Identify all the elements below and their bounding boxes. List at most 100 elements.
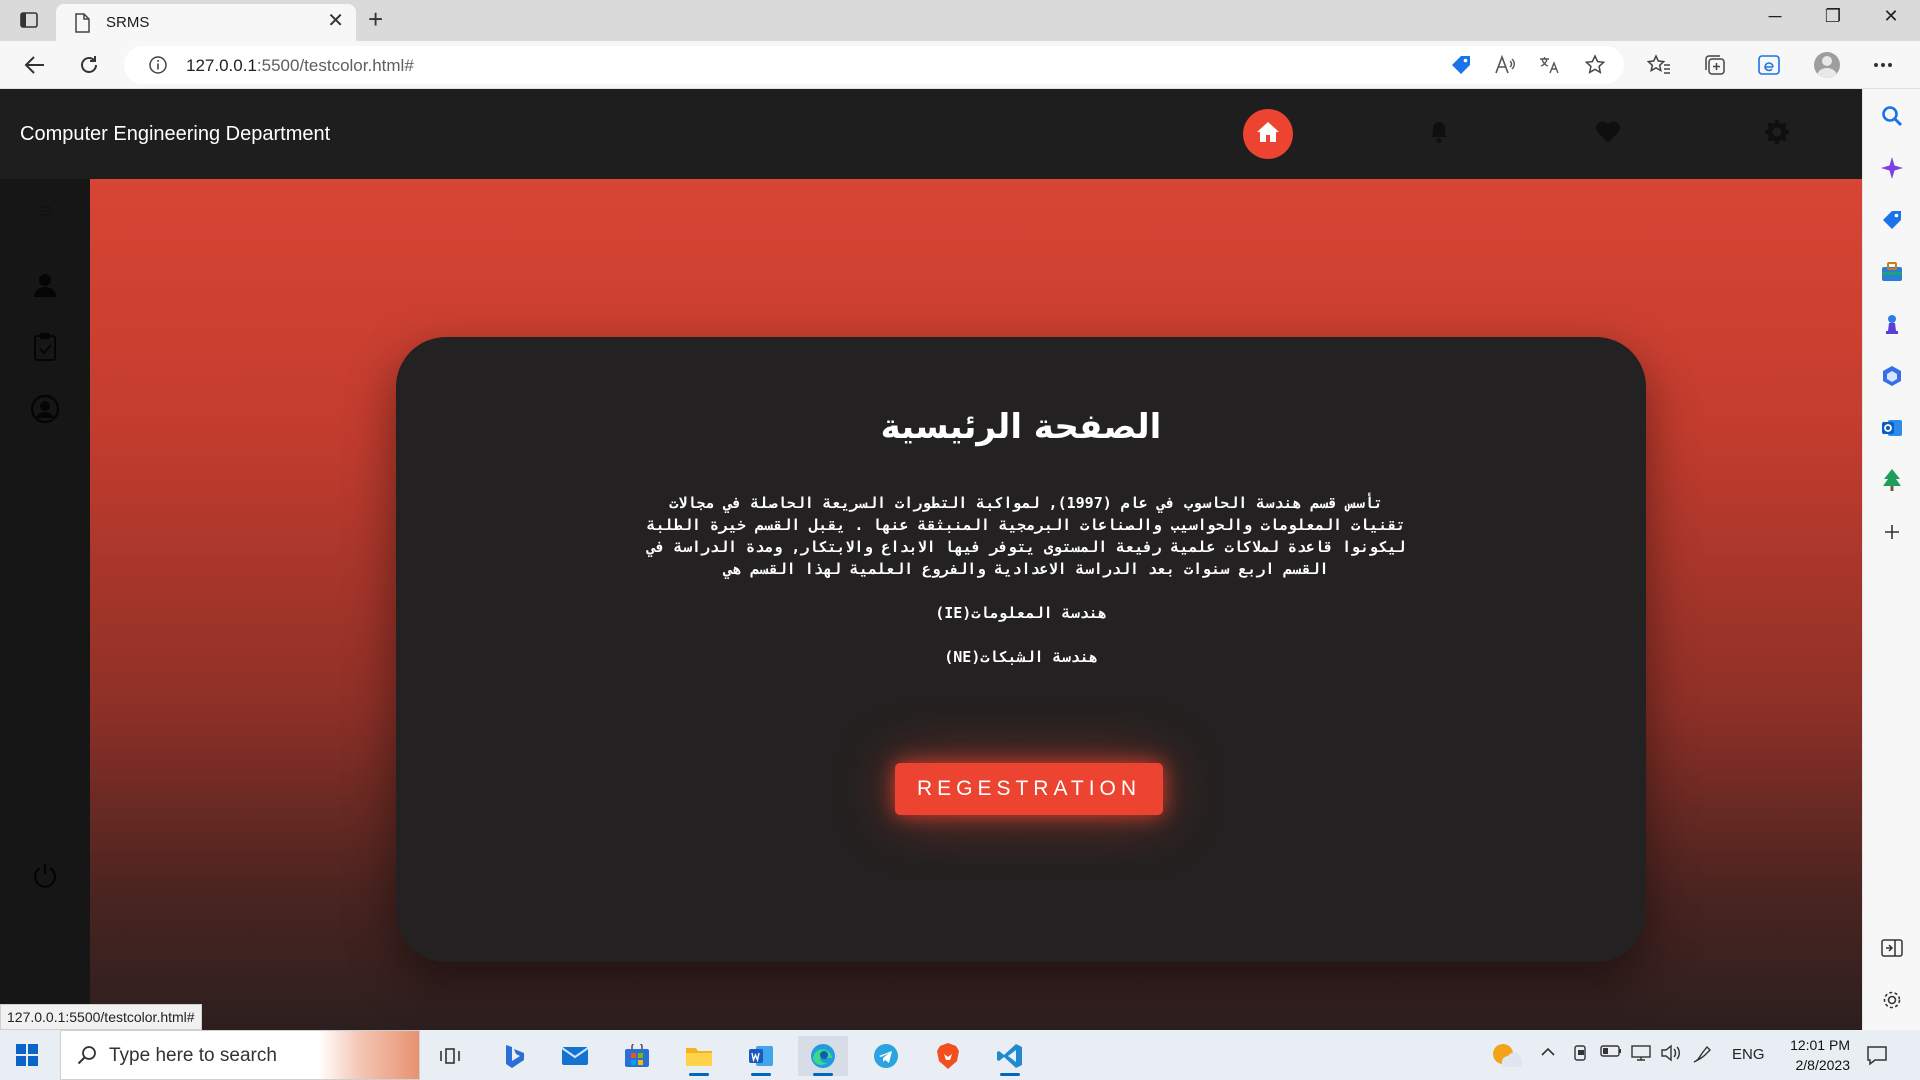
heart-icon — [1595, 120, 1621, 149]
url-field[interactable]: 127.0.0.1:5500/testcolor.html# — [124, 46, 1624, 84]
back-button[interactable] — [20, 50, 50, 80]
translate-icon[interactable] — [1534, 50, 1564, 80]
running-indicator — [1000, 1073, 1020, 1076]
price-tag-icon[interactable] — [1446, 50, 1476, 80]
word-icon[interactable] — [736, 1036, 786, 1076]
gear-icon — [1764, 119, 1790, 150]
brave-icon[interactable] — [923, 1036, 973, 1076]
hero-section: الصفحة الرئيسية تأسس قسم هندسة الحاسوب ف… — [90, 179, 1862, 1030]
settings-button[interactable] — [1762, 119, 1792, 149]
tab-close-button[interactable]: ✕ — [327, 11, 344, 31]
microsoft-store-icon[interactable] — [612, 1036, 662, 1076]
favorites-icon[interactable] — [1644, 50, 1674, 80]
tasks-button[interactable] — [27, 331, 63, 367]
read-aloud-icon[interactable] — [1490, 50, 1520, 80]
profile-avatar[interactable] — [1812, 50, 1842, 80]
sidebar-settings-icon[interactable] — [1877, 985, 1907, 1015]
copilot-icon[interactable] — [1877, 153, 1907, 183]
edge-icon[interactable] — [798, 1036, 848, 1076]
notifications-icon[interactable] — [1866, 1044, 1888, 1071]
url-path: :5500/testcolor.html# — [256, 56, 414, 75]
address-bar-row: 127.0.0.1:5500/testcolor.html# — [0, 41, 1920, 89]
task-view-icon[interactable] — [425, 1036, 475, 1076]
home-button[interactable] — [1243, 109, 1293, 159]
ie-mode-icon[interactable] — [1754, 50, 1784, 80]
hide-sidebar-icon[interactable] — [1877, 933, 1907, 963]
url-host: 127.0.0.1 — [186, 56, 257, 75]
browser-tab-strip: SRMS ✕ + ─ ❐ ✕ — [0, 0, 1920, 41]
home-card: الصفحة الرئيسية تأسس قسم هندسة الحاسوب ف… — [396, 337, 1646, 962]
file-explorer-icon[interactable] — [674, 1036, 724, 1076]
tree-icon[interactable] — [1877, 465, 1907, 495]
minimize-button[interactable]: ─ — [1752, 6, 1798, 27]
edge-sidebar — [1862, 89, 1920, 1030]
volume-icon[interactable] — [1660, 1044, 1682, 1066]
clock-time: 12:01 PM — [1790, 1037, 1850, 1053]
taskbar-search-box[interactable]: Type here to search — [60, 1030, 420, 1080]
more-options-icon[interactable] — [1868, 50, 1898, 80]
branch-network-engineering: هندسة الشبكات(NE) — [944, 648, 1098, 666]
tab-actions-icon[interactable] — [18, 10, 40, 30]
language-indicator[interactable]: ENG — [1732, 1046, 1765, 1063]
account-button[interactable] — [27, 393, 63, 429]
favorites-button[interactable] — [1593, 119, 1623, 149]
menu-toggle-button[interactable] — [27, 195, 63, 231]
mail-icon[interactable] — [550, 1036, 600, 1076]
side-navigation — [0, 179, 90, 1030]
site-info-icon[interactable] — [148, 55, 168, 80]
search-highlight-image — [319, 1031, 419, 1079]
logout-button[interactable] — [27, 859, 63, 895]
outlook-icon[interactable] — [1877, 413, 1907, 443]
notifications-button[interactable] — [1424, 119, 1454, 149]
meet-now-icon[interactable] — [1572, 1044, 1590, 1066]
bell-icon — [1429, 120, 1449, 149]
clock[interactable]: 12:01 PM 2/8/2023 — [1770, 1035, 1850, 1075]
home-icon — [1256, 121, 1280, 148]
pen-icon[interactable] — [1692, 1044, 1714, 1068]
microsoft-365-icon[interactable] — [1877, 361, 1907, 391]
restore-button[interactable]: ❐ — [1810, 6, 1856, 27]
branch-information-engineering: هندسة المعلومات(IE) — [935, 604, 1107, 622]
profile-button[interactable] — [27, 269, 63, 305]
sidebar-search-icon[interactable] — [1877, 101, 1907, 131]
add-favorite-icon[interactable] — [1580, 50, 1610, 80]
close-window-button[interactable]: ✕ — [1868, 6, 1914, 27]
collections-icon[interactable] — [1700, 50, 1730, 80]
vscode-icon[interactable] — [985, 1036, 1035, 1076]
power-icon — [32, 862, 58, 893]
document-icon — [74, 13, 90, 38]
search-icon — [77, 1045, 97, 1070]
battery-icon[interactable] — [1600, 1044, 1622, 1062]
tab-title: SRMS — [106, 14, 150, 31]
add-sidebar-app-icon[interactable] — [1877, 517, 1907, 547]
user-circle-icon — [30, 394, 60, 429]
show-hidden-icons-icon[interactable] — [1540, 1044, 1556, 1061]
new-tab-button[interactable]: + — [368, 6, 383, 32]
search-placeholder: Type here to search — [109, 1045, 277, 1066]
refresh-button[interactable] — [74, 50, 104, 80]
top-navigation: Computer Engineering Department — [0, 89, 1862, 179]
network-icon[interactable] — [1630, 1044, 1652, 1066]
running-indicator — [751, 1073, 771, 1076]
weather-icon[interactable] — [1490, 1040, 1525, 1075]
clipboard-check-icon — [33, 332, 57, 367]
running-indicator — [813, 1073, 833, 1076]
menu-icon — [38, 204, 52, 222]
page-title: الصفحة الرئيسية — [880, 407, 1162, 447]
running-indicator — [689, 1073, 709, 1076]
clock-date: 2/8/2023 — [1795, 1057, 1851, 1073]
user-icon — [32, 272, 58, 303]
games-icon[interactable] — [1877, 309, 1907, 339]
registration-button[interactable]: REGESTRATION — [895, 763, 1163, 815]
department-title: Computer Engineering Department — [20, 123, 331, 145]
status-bar-url: 127.0.0.1:5500/testcolor.html# — [0, 1004, 202, 1030]
browser-tab[interactable]: SRMS ✕ — [56, 4, 356, 41]
windows-taskbar: Type here to search ENG 12:01 PM 2/8/202… — [0, 1030, 1920, 1080]
tools-icon[interactable] — [1877, 257, 1907, 287]
windows-start-icon[interactable] — [16, 1044, 38, 1071]
department-description: تأسس قسم هندسة الحاسوب في عام (1997), لم… — [646, 494, 1406, 578]
web-page: Computer Engineering Department الصفحة ا… — [0, 89, 1862, 1030]
telegram-icon[interactable] — [861, 1036, 911, 1076]
bing-icon[interactable] — [489, 1036, 539, 1076]
shopping-icon[interactable] — [1877, 205, 1907, 235]
